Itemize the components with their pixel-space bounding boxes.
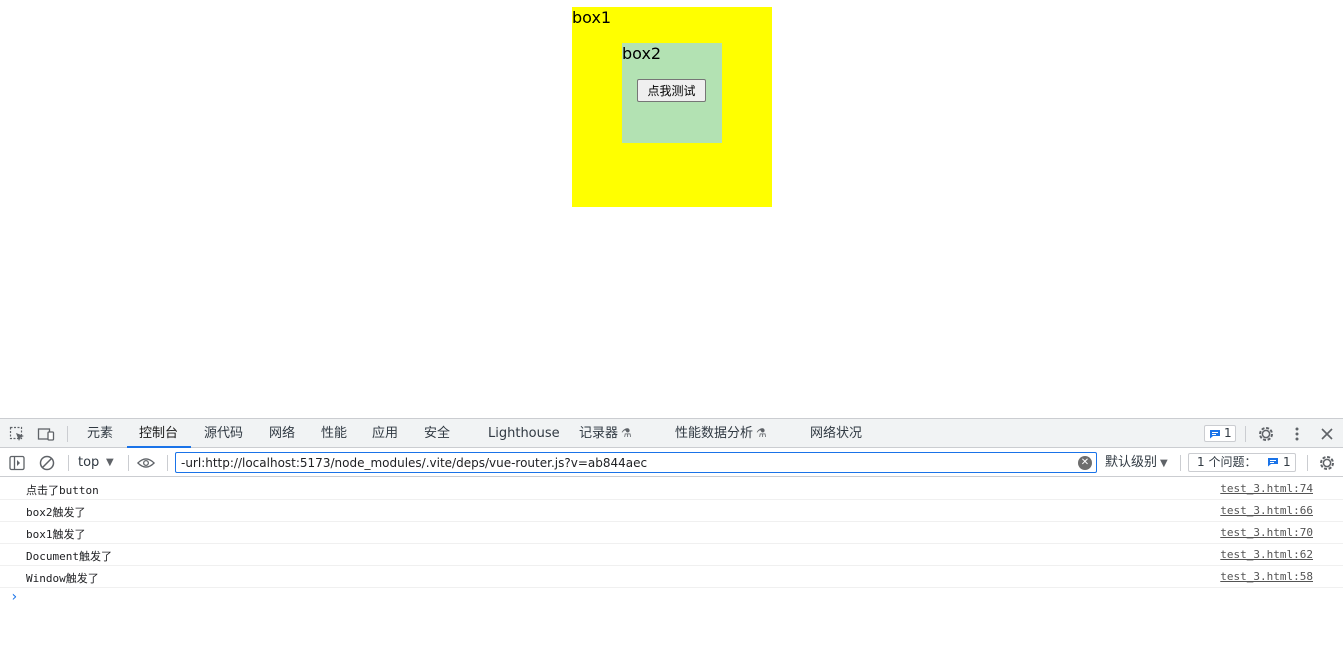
toolbar-divider	[68, 455, 69, 471]
tab-console[interactable]: 控制台	[139, 419, 178, 448]
box2: box2 点我测试	[622, 43, 722, 143]
tab-performance[interactable]: 性能	[321, 419, 347, 448]
box2-label: box2	[622, 44, 662, 63]
settings-gear-icon[interactable]	[1257, 425, 1275, 443]
context-select[interactable]: top ▼	[78, 454, 114, 471]
dropdown-arrow-icon: ▼	[106, 457, 114, 468]
console-row: 点击了button test_3.html:74	[0, 478, 1343, 500]
tab-network-conditions[interactable]: 网络状况	[810, 419, 862, 448]
toolbar-divider	[167, 455, 168, 471]
console-message: 点击了button	[26, 484, 99, 497]
box1: box1 box2 点我测试	[572, 7, 772, 207]
tab-network[interactable]: 网络	[269, 419, 295, 448]
console-filter-bar: top ▼ ✕ 默认级别▼ 1 个问题： 1	[0, 448, 1343, 477]
issues-count-button[interactable]: 1 个问题： 1	[1188, 453, 1296, 472]
clear-filter-icon[interactable]: ✕	[1078, 456, 1092, 470]
toolbar-divider	[1245, 426, 1246, 442]
device-toggle-icon[interactable]	[37, 425, 55, 443]
console-message: box1触发了	[26, 528, 86, 541]
toolbar-divider	[1307, 455, 1308, 471]
console-row: box2触发了 test_3.html:66	[0, 500, 1343, 522]
toolbar-divider	[1180, 455, 1181, 471]
console-source-link[interactable]: test_3.html:58	[1220, 570, 1313, 583]
toolbar-divider	[67, 426, 68, 442]
experiment-flask-icon: ⚗	[621, 426, 632, 440]
devtools-tab-bar: 元素 控制台 源代码 网络 性能 应用 安全 Lighthouse 记录器 ⚗ 性…	[0, 419, 1343, 448]
tab-lighthouse[interactable]: Lighthouse	[488, 419, 560, 448]
prompt-chevron-icon: ›	[10, 589, 19, 605]
tab-security[interactable]: 安全	[424, 419, 450, 448]
message-icon	[1268, 458, 1278, 467]
console-row: Document触发了 test_3.html:62	[0, 544, 1343, 566]
live-expression-eye-icon[interactable]	[137, 454, 155, 472]
tab-elements[interactable]: 元素	[87, 419, 113, 448]
issues-badge[interactable]: 1	[1204, 425, 1236, 442]
devtools-panel: 元素 控制台 源代码 网络 性能 应用 安全 Lighthouse 记录器 ⚗ 性…	[0, 418, 1343, 650]
inspect-element-icon[interactable]	[8, 425, 26, 443]
box1-label: box1	[572, 8, 612, 27]
tab-performance-insights-label: 性能数据分析	[675, 426, 754, 441]
clear-console-icon[interactable]	[38, 454, 56, 472]
console-message: box2触发了	[26, 506, 86, 519]
issues-count-label: 1 个问题：	[1197, 455, 1257, 469]
more-options-icon[interactable]	[1288, 425, 1306, 443]
experiment-flask-icon: ⚗	[756, 426, 767, 440]
issues-badge-count: 1	[1224, 426, 1232, 440]
context-select-value: top	[78, 455, 100, 470]
issues-count-number: 1	[1283, 455, 1291, 469]
console-source-link[interactable]: test_3.html:62	[1220, 548, 1313, 561]
tab-recorder[interactable]: 记录器 ⚗	[579, 419, 632, 448]
tab-performance-insights[interactable]: 性能数据分析 ⚗	[675, 419, 767, 448]
sidebar-toggle-icon[interactable]	[8, 454, 26, 472]
console-message: Document触发了	[26, 550, 112, 563]
tab-sources[interactable]: 源代码	[204, 419, 243, 448]
console-settings-gear-icon[interactable]	[1318, 454, 1336, 472]
console-source-link[interactable]: test_3.html:74	[1220, 482, 1313, 495]
test-button[interactable]: 点我测试	[637, 79, 706, 102]
log-level-select[interactable]: 默认级别 ▼	[1105, 454, 1168, 471]
tab-application[interactable]: 应用	[372, 419, 398, 448]
console-filter-input[interactable]	[175, 452, 1097, 473]
console-row: Window触发了 test_3.html:58	[0, 566, 1343, 588]
log-level-value: 默认级别	[1105, 455, 1158, 470]
console-log: 点击了button test_3.html:74 box2触发了 test_3.…	[0, 478, 1343, 610]
message-icon	[1210, 430, 1220, 439]
console-source-link[interactable]: test_3.html:66	[1220, 504, 1313, 517]
toolbar-divider	[128, 455, 129, 471]
tab-recorder-label: 记录器	[579, 426, 619, 441]
dropdown-arrow-icon: ▼	[1160, 458, 1168, 469]
console-row: box1触发了 test_3.html:70	[0, 522, 1343, 544]
console-message: Window触发了	[26, 572, 99, 585]
console-prompt[interactable]: ›	[0, 588, 1343, 610]
close-icon[interactable]	[1318, 425, 1336, 443]
console-source-link[interactable]: test_3.html:70	[1220, 526, 1313, 539]
